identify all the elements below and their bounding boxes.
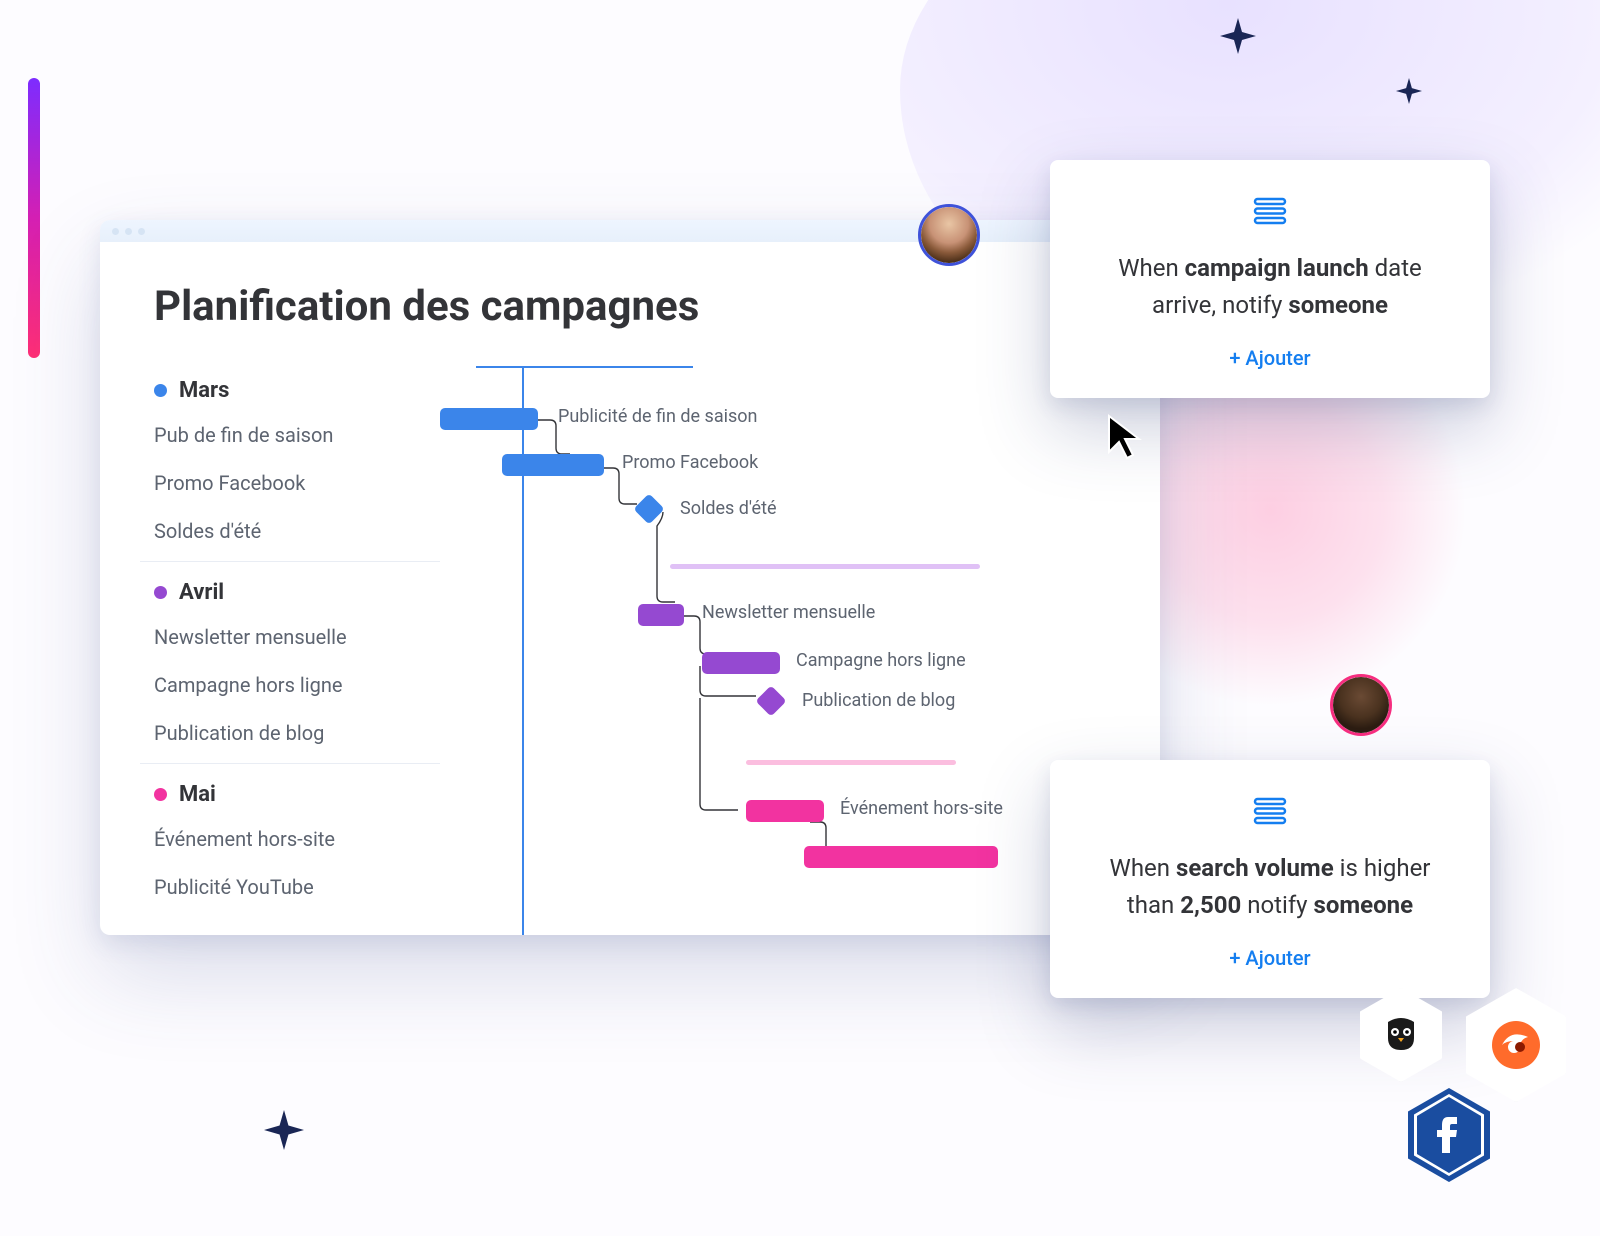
gantt-bar-label: Publicité de fin de saison [558, 406, 758, 427]
facebook-icon [1419, 1105, 1479, 1165]
month-header-mars[interactable]: Mars [140, 366, 440, 411]
stack-icon [1092, 796, 1448, 826]
gantt-bar[interactable] [804, 846, 998, 868]
titlebar [100, 220, 1160, 242]
gantt-bar[interactable] [746, 800, 824, 822]
month-label: Avril [179, 580, 224, 605]
integration-semrush[interactable] [1466, 988, 1566, 1102]
gantt-bar[interactable] [440, 408, 538, 430]
task-label[interactable]: Événement hors-site [140, 815, 440, 863]
automation-card[interactable]: When campaign launch date arrive, notify… [1050, 160, 1490, 398]
accent-bar [28, 78, 40, 358]
avatar[interactable] [1330, 674, 1392, 736]
task-label[interactable]: Soldes d'été [140, 507, 440, 555]
task-label[interactable]: Newsletter mensuelle [140, 613, 440, 661]
avatar[interactable] [918, 204, 980, 266]
gantt-bar-label: Campagne hors ligne [796, 650, 966, 671]
gantt-bar[interactable] [502, 454, 604, 476]
gantt-bar-summary [670, 564, 980, 569]
integration-facebook[interactable] [1408, 1088, 1490, 1182]
cursor-icon [1105, 412, 1147, 466]
month-header-avril[interactable]: Avril [140, 568, 440, 613]
add-button[interactable]: + Ajouter [1229, 346, 1310, 370]
gantt-bar-summary [746, 760, 956, 765]
gantt-bar[interactable] [702, 652, 780, 674]
month-header-mai[interactable]: Mai [140, 770, 440, 815]
today-marker-line [476, 366, 693, 368]
card-text: When campaign launch date arrive, notify… [1092, 250, 1448, 324]
gantt-window: Planification des campagnes Mars Pub de … [100, 220, 1160, 935]
task-label[interactable]: Publicité YouTube [140, 863, 440, 911]
page-title: Planification des campagnes [140, 282, 1160, 331]
add-button[interactable]: + Ajouter [1229, 946, 1310, 970]
stack-icon [1092, 196, 1448, 226]
gantt-bar[interactable] [638, 604, 684, 626]
sparkle-icon [264, 1110, 304, 1150]
card-text: When search volume is higher than 2,500 … [1092, 850, 1448, 924]
month-label: Mai [179, 782, 216, 807]
milestone-diamond[interactable] [755, 685, 786, 716]
traffic-light-dot [112, 228, 119, 235]
month-bullet [154, 384, 167, 397]
month-label: Mars [179, 378, 229, 403]
task-label[interactable]: Pub de fin de saison [140, 411, 440, 459]
task-label[interactable]: Promo Facebook [140, 459, 440, 507]
month-bullet [154, 586, 167, 599]
month-bullet [154, 788, 167, 801]
gantt-bar-label: Newsletter mensuelle [702, 602, 875, 623]
sparkle-icon [1396, 78, 1422, 104]
gantt-bar-label: Soldes d'été [680, 498, 777, 519]
task-label[interactable]: Publication de blog [140, 709, 440, 757]
sparkle-icon [1220, 18, 1256, 54]
traffic-light-dot [125, 228, 132, 235]
gantt-bar-label: Publication de blog [802, 690, 955, 711]
task-sidebar: Mars Pub de fin de saison Promo Facebook… [140, 365, 440, 911]
owl-icon [1371, 1005, 1431, 1065]
automation-card[interactable]: When search volume is higher than 2,500 … [1050, 760, 1490, 998]
task-label[interactable]: Campagne hors ligne [140, 661, 440, 709]
gantt-bar-label: Promo Facebook [622, 452, 758, 473]
today-marker-vertical [522, 366, 524, 935]
integration-hootsuite[interactable] [1360, 988, 1442, 1082]
traffic-light-dot [138, 228, 145, 235]
comet-icon [1486, 1015, 1546, 1075]
gantt-bar-label: Événement hors-site [840, 798, 1003, 819]
milestone-diamond[interactable] [633, 493, 664, 524]
